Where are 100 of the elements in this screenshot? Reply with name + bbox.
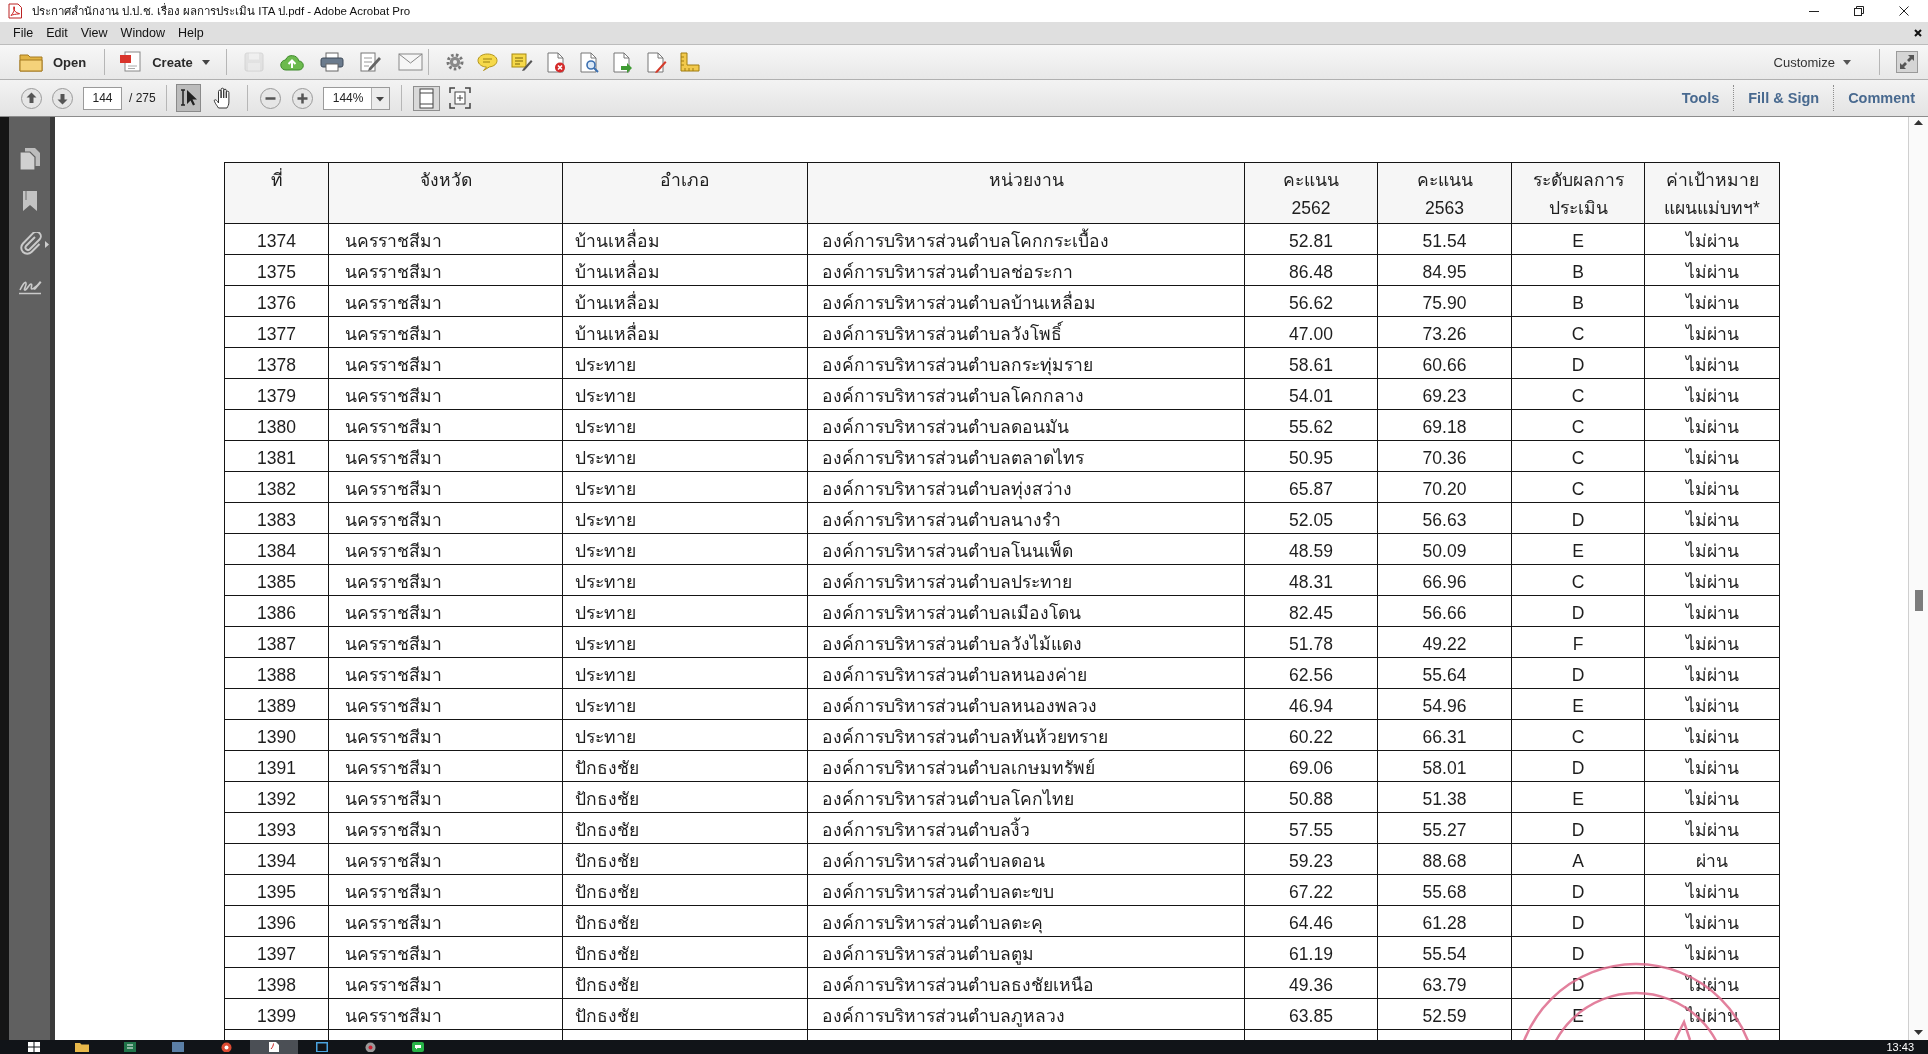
scroll-down-icon[interactable] (1914, 1030, 1923, 1035)
table-cell: 1393 (224, 812, 329, 844)
table-cell: 54.96 (1377, 688, 1512, 720)
taskbar-button[interactable] (250, 1040, 298, 1054)
select-tool-icon[interactable] (175, 84, 201, 112)
pane-tab[interactable]: Fill & Sign (1748, 90, 1820, 106)
expand-icon[interactable] (1896, 51, 1918, 73)
table-cell: ปักธงชัย (562, 936, 808, 968)
dropdown-caret-icon[interactable] (370, 87, 389, 109)
table-cell: องค์การบริหารส่วนตำบลประทาย (807, 564, 1245, 596)
table-cell: 46.94 (1244, 688, 1378, 720)
table-cell: บ้านเหลื่อม (562, 254, 808, 286)
table-cell: D (1511, 750, 1645, 782)
close-icon[interactable] (1914, 29, 1922, 37)
open-button[interactable]: Open (19, 52, 87, 72)
table-cell: 1375 (224, 254, 329, 286)
table-cell: 49.36 (1244, 967, 1378, 999)
document-pencil-icon[interactable] (645, 51, 667, 73)
note-pencil-icon[interactable] (510, 52, 533, 72)
pages-icon[interactable] (18, 147, 41, 171)
table-cell: นครราชสีมา (328, 750, 563, 782)
column-header: หน่วยงาน (807, 162, 1245, 224)
table-cell: องค์การบริหารส่วนตำบลโนนเพ็ด (807, 533, 1245, 565)
table-cell: นครราชสีมา (328, 409, 563, 441)
table-cell: ไม่ผ่าน (1644, 719, 1780, 751)
table-cell: C (1511, 378, 1645, 410)
table-cell: นครราชสีมา (328, 347, 563, 379)
menu-item[interactable]: Window (120, 26, 166, 40)
menu-item[interactable]: File (13, 26, 34, 40)
table-cell: 1398 (224, 967, 329, 999)
scrollbar-thumb[interactable] (1915, 590, 1923, 611)
table-cell: องค์การบริหารส่วนตำบลโคกไทย (807, 781, 1245, 813)
table-cell: ประทาย (562, 719, 808, 751)
zoom-field[interactable]: 144% (322, 86, 390, 110)
table-cell: 50.09 (1377, 533, 1512, 565)
table-cell: E (1511, 688, 1645, 720)
fit-width-icon[interactable] (448, 87, 471, 109)
scrollbar[interactable] (1908, 117, 1928, 1040)
pane-tab[interactable]: Tools (1681, 90, 1720, 106)
create-button[interactable]: Create (119, 51, 210, 73)
table-cell: ประทาย (562, 471, 808, 503)
paperclip-icon[interactable] (19, 232, 42, 256)
table-cell: 1377 (224, 316, 329, 348)
table-cell: องค์การบริหารส่วนตำบลโคกกระเบื้อง (807, 223, 1245, 255)
page-pencil-icon[interactable] (359, 52, 382, 72)
settings-icon[interactable] (445, 53, 464, 71)
table-cell: องค์การบริหารส่วนตำบลตลาดไทร (807, 440, 1245, 472)
page-number-field[interactable]: 144 (83, 86, 122, 110)
close-icon[interactable] (1899, 6, 1909, 16)
table-cell: นครราชสีมา (328, 285, 563, 317)
hand-icon[interactable] (211, 87, 233, 109)
table-cell: 1378 (224, 347, 329, 379)
table-cell: 66.96 (1377, 564, 1512, 596)
menu-item[interactable]: View (80, 26, 108, 40)
menu-item[interactable]: Edit (46, 26, 68, 40)
table-cell: องค์การบริหารส่วนตำบลธงชัยเหนือ (807, 967, 1245, 999)
table-cell: นครราชสีมา (328, 533, 563, 565)
table-cell: 51.54 (1377, 223, 1512, 255)
table-cell: ไม่ผ่าน (1644, 812, 1780, 844)
zoom-out-icon[interactable] (259, 87, 281, 109)
table-cell: ไม่ผ่าน (1644, 502, 1780, 534)
folder-icon (75, 1042, 89, 1052)
table-cell: 1374 (224, 223, 329, 255)
table-cell: 63.85 (1244, 998, 1378, 1030)
table-cell: นครราชสีมา (328, 626, 563, 658)
table-cell: 64.46 (1244, 905, 1378, 937)
table-cell: 60.66 (1377, 347, 1512, 379)
pane-tab[interactable]: Comment (1848, 90, 1915, 106)
table-cell: นครราชสีมา (328, 502, 563, 534)
menu-item[interactable]: Help (178, 26, 204, 40)
table-cell: C (1511, 719, 1645, 751)
table-cell: 63.79 (1377, 967, 1512, 999)
table-cell: 69.23 (1377, 378, 1512, 410)
scroll-up-icon[interactable] (1914, 120, 1923, 125)
fit-page-icon[interactable] (412, 85, 440, 111)
table-cell: ไม่ผ่าน (1644, 657, 1780, 689)
customize-button[interactable]: Customize (1773, 54, 1851, 70)
table-cell: ประทาย (562, 440, 808, 472)
document-magnifier-icon[interactable] (578, 51, 599, 73)
zoom-in-icon[interactable] (291, 87, 313, 109)
table-cell: องค์การบริหารส่วนตำบลกระทุ่มราย (807, 347, 1245, 379)
printer-icon[interactable] (319, 52, 344, 72)
table-cell: 55.68 (1377, 874, 1512, 906)
table-cell: 54.01 (1244, 378, 1378, 410)
table-cell: 52.59 (1377, 998, 1512, 1030)
table-cell: องค์การบริหารส่วนตำบลวังไม้แดง (807, 626, 1245, 658)
document-arrow-icon[interactable] (611, 51, 633, 73)
table-cell: องค์การบริหารส่วนตำบลตะคุ (807, 905, 1245, 937)
table-cell: 88.68 (1377, 843, 1512, 875)
document-cross-icon[interactable] (545, 51, 566, 73)
bookmark-icon[interactable] (21, 190, 38, 212)
table-cell: ไม่ผ่าน (1644, 409, 1780, 441)
ruler-icon[interactable] (679, 52, 700, 72)
table-cell: นครราชสีมา (328, 781, 563, 813)
restore-icon[interactable] (1854, 6, 1864, 16)
table-cell: ไม่ผ่าน (1644, 440, 1780, 472)
column-header: คะแนน 2563 (1377, 162, 1512, 224)
cloud-upload-icon[interactable] (279, 52, 304, 72)
signature-icon[interactable] (17, 279, 42, 295)
table-cell: ประทาย (562, 657, 808, 689)
